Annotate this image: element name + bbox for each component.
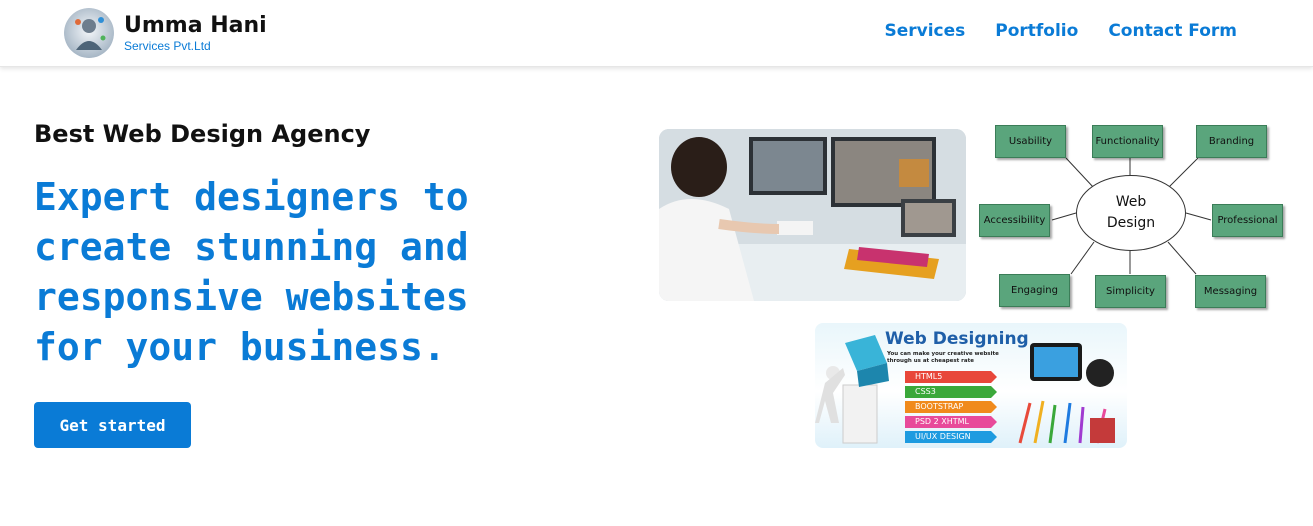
designer-workspace-image <box>659 129 966 301</box>
get-started-button[interactable]: Get started <box>34 402 191 448</box>
diagram-node-messaging: Messaging <box>1195 275 1266 308</box>
nav-contact-form[interactable]: Contact Form <box>1108 21 1237 41</box>
diagram-node-professional: Professional <box>1212 204 1283 237</box>
banner-title: Web Designing <box>885 329 1029 349</box>
hero-title-line: create stunning and <box>34 225 469 269</box>
banner-tag-psd2xhtml: PSD 2 XHTML <box>905 416 997 428</box>
banner-tag-css3: CSS3 <box>905 386 997 398</box>
diagram-node-functionality: Functionality <box>1092 125 1163 158</box>
hero-title-line: for your business. <box>34 325 446 369</box>
nav-services[interactable]: Services <box>884 21 965 41</box>
diagram-node-usability: Usability <box>995 125 1066 158</box>
diagram-node-simplicity: Simplicity <box>1095 275 1166 308</box>
nav-portfolio[interactable]: Portfolio <box>995 21 1078 41</box>
diagram-center: Web Design <box>1076 175 1186 251</box>
diagram-node-accessibility: Accessibility <box>979 204 1050 237</box>
diagram-center-line: Design <box>1106 215 1156 231</box>
site-header: Umma Hani Services Pvt.Ltd Services Port… <box>0 0 1313 67</box>
hero-title: Expert designers to create stunning and … <box>34 172 504 372</box>
hero-title-line: responsive websites <box>34 275 469 319</box>
web-design-diagram: Usability Functionality Branding Accessi… <box>976 120 1286 312</box>
banner-tag-uiux: UI/UX DESIGN <box>905 431 997 443</box>
diagram-center-line: Web <box>1115 194 1147 210</box>
diagram-node-branding: Branding <box>1196 125 1267 158</box>
web-designing-banner: Web Designing You can make your creative… <box>815 323 1127 448</box>
brand-subtitle: Services Pvt.Ltd <box>124 39 211 53</box>
banner-tag-html5: HTML5 <box>905 371 997 383</box>
main-nav: Services Portfolio Contact Form <box>884 21 1237 41</box>
banner-subtitle: You can make your creative website throu… <box>887 351 999 364</box>
hero-title-line: Expert designers to <box>34 175 469 219</box>
brand-name: Umma Hani <box>124 13 267 38</box>
banner-tag-bootstrap: BOOTSTRAP <box>905 401 997 413</box>
logo-image <box>64 8 114 58</box>
hero-kicker: Best Web Design Agency <box>34 120 371 148</box>
diagram-node-engaging: Engaging <box>999 274 1070 307</box>
logo[interactable]: Umma Hani Services Pvt.Ltd <box>64 8 267 58</box>
